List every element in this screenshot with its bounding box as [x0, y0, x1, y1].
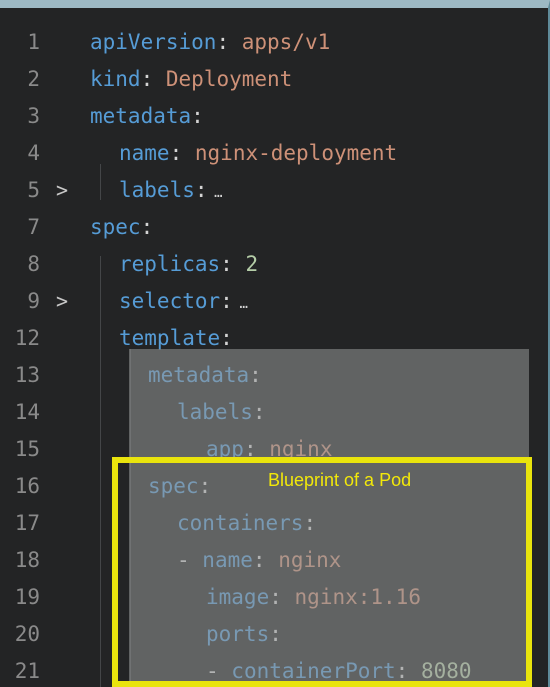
fold-chevron-icon[interactable]: > [56, 283, 68, 320]
yaml-colon: : [194, 178, 208, 202]
line-number: 9 [27, 289, 40, 313]
yaml-key: spec [90, 215, 141, 239]
line-number: 14 [14, 400, 40, 424]
yaml-key: template [119, 326, 221, 350]
yaml-key: name [119, 141, 170, 165]
line-number: 12 [14, 326, 40, 350]
yaml-key: selector [119, 289, 221, 313]
line-number: 1 [27, 30, 40, 54]
code-line[interactable]: 9 > selector: … [0, 283, 548, 320]
yaml-key: metadata [90, 104, 192, 128]
code-text: apiVersion: apps/v1 [90, 24, 330, 61]
yaml-colon: : [220, 289, 233, 313]
yaml-key: labels [119, 178, 195, 202]
code-line[interactable]: 8 replicas: 2 [0, 246, 548, 283]
line-number: 21 [14, 659, 40, 683]
code-line[interactable]: 4 name: nginx-deployment [0, 135, 548, 172]
yaml-key: kind [90, 67, 141, 91]
yaml-colon: : [140, 67, 154, 91]
line-number: 5 [27, 178, 40, 202]
pod-blueprint-callout: Blueprint of a Pod [268, 470, 412, 490]
yaml-key: replicas [119, 252, 221, 276]
yaml-colon: : [191, 104, 204, 128]
screenshot-frame: 1 apiVersion: apps/v1 2 kind: Deployment 3 me… [0, 0, 550, 687]
fold-chevron-icon[interactable]: > [56, 172, 68, 209]
yaml-key: apiVersion [90, 30, 217, 54]
yaml-value: 2 [245, 252, 259, 276]
code-text: spec: [90, 209, 153, 246]
code-text: name: nginx-deployment [119, 135, 397, 172]
line-number: 19 [14, 585, 40, 609]
code-text: replicas: 2 [119, 246, 258, 283]
yaml-value: apps/v1 [241, 30, 331, 54]
line-number: 3 [27, 104, 40, 128]
collapsed-ellipsis-icon[interactable]: … [214, 185, 222, 201]
line-number: 2 [27, 67, 40, 91]
line-number: 7 [27, 215, 40, 239]
line-number: 18 [14, 548, 40, 572]
code-line[interactable]: 1 apiVersion: apps/v1 [0, 24, 548, 61]
code-text: labels: … [119, 172, 223, 212]
yaml-colon: : [169, 141, 183, 165]
yaml-colon: : [220, 252, 233, 276]
line-number: 16 [14, 474, 40, 498]
collapsed-ellipsis-icon[interactable]: … [239, 296, 247, 312]
line-number: 4 [27, 141, 40, 165]
code-line[interactable]: 3 metadata: [0, 98, 548, 135]
yaml-value: nginx-deployment [194, 141, 398, 165]
code-text: selector: … [119, 283, 248, 323]
line-number: 13 [14, 363, 40, 387]
yaml-colon: : [220, 326, 233, 350]
line-number: 20 [14, 622, 40, 646]
yaml-value: Deployment [165, 67, 293, 91]
line-number: 17 [14, 511, 40, 535]
line-number: 8 [27, 252, 40, 276]
line-number: 15 [14, 437, 40, 461]
yaml-colon: : [140, 215, 154, 239]
code-line[interactable]: 5 > labels: … [0, 172, 548, 209]
code-line[interactable]: 2 kind: Deployment [0, 61, 548, 98]
code-line[interactable]: 7 spec: [0, 209, 548, 246]
yaml-colon: : [216, 30, 230, 54]
code-text: kind: Deployment [90, 61, 292, 98]
code-text: metadata: [90, 98, 204, 135]
